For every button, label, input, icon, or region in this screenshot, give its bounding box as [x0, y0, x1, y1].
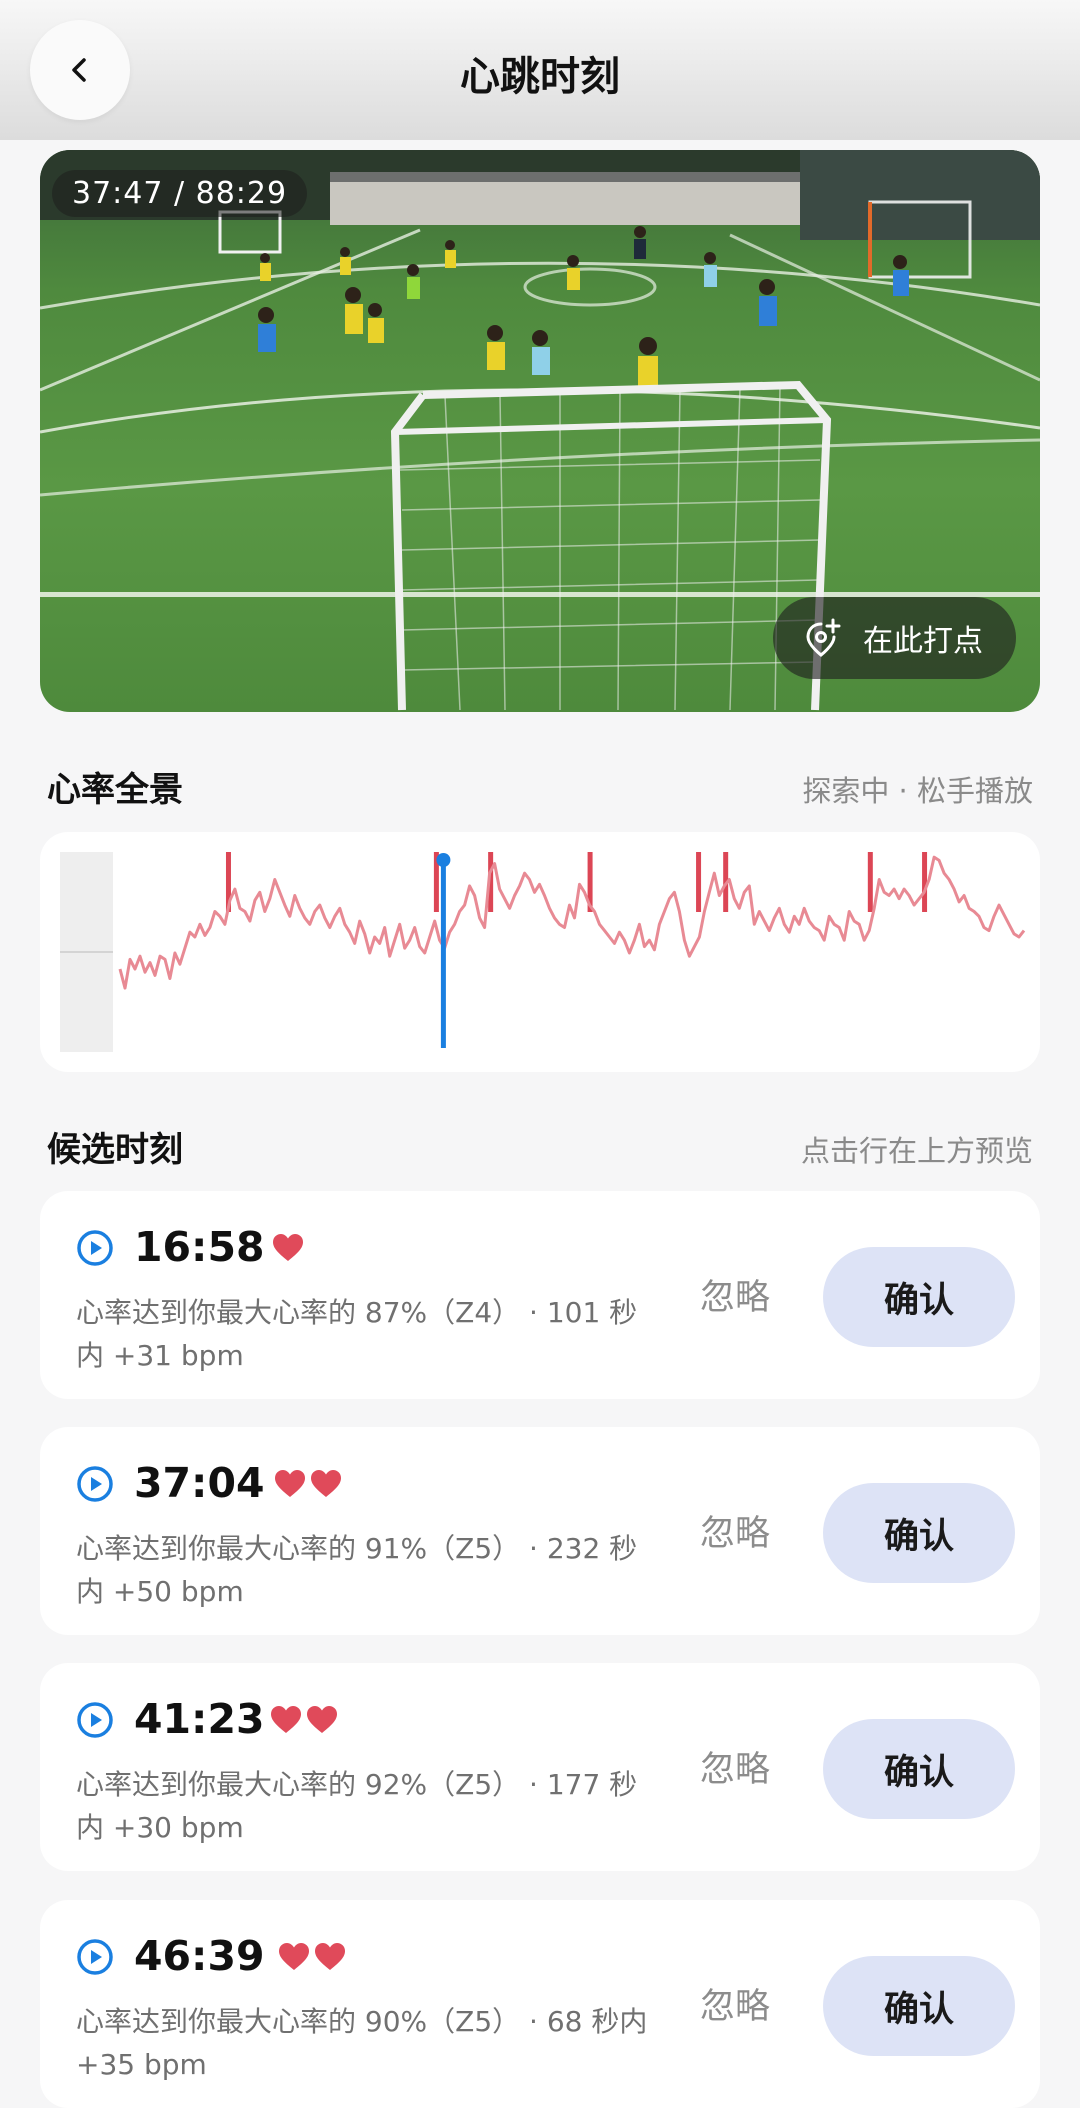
candidate-description: 心率达到你最大心率的 87%（Z4） · 101 秒内 +31 bpm	[76, 1296, 638, 1372]
ignore-button[interactable]: 忽略	[700, 1978, 770, 2029]
play-circle-icon[interactable]	[76, 1701, 114, 1739]
candidates-hint: 点击行在上方预览	[800, 1134, 1033, 1168]
heart-rate-chart-svg[interactable]	[40, 832, 1040, 1072]
heart-rate-line	[118, 855, 1026, 990]
intensity-hearts	[274, 1469, 342, 1499]
mark-here-button[interactable]: 在此打点	[773, 597, 1016, 679]
header-bar: 心跳时刻	[0, 0, 1080, 140]
page-title: 心跳时刻	[460, 54, 620, 100]
heart-icon	[273, 1234, 303, 1261]
heart-icon	[307, 1706, 337, 1733]
overview-title: 心率全景	[47, 770, 183, 810]
confirm-button[interactable]: 确认	[823, 1483, 1015, 1583]
play-circle-icon[interactable]	[76, 1465, 114, 1503]
intensity-hearts	[278, 1942, 346, 1972]
playback-time-badge: 37:47 / 88:29	[52, 170, 308, 217]
candidate-row[interactable]: 46:39 心率达到你最大心率的 90%（Z5） · 68 秒内 +35 bpm…	[40, 1900, 1040, 2108]
candidate-row[interactable]: 41:23 心率达到你最大心率的 92%（Z5） · 177 秒内 +30 bp…	[40, 1663, 1040, 1871]
confirm-button[interactable]: 确认	[823, 1247, 1015, 1347]
candidate-time: 37:04	[134, 1459, 265, 1507]
candidate-row[interactable]: 37:04 心率达到你最大心率的 91%（Z5） · 232 秒内 +50 bp…	[40, 1427, 1040, 1635]
candidate-time: 16:58	[134, 1223, 265, 1271]
confirm-button[interactable]: 确认	[823, 1956, 1015, 2056]
playhead-handle[interactable]	[436, 853, 451, 867]
mark-here-label: 在此打点	[863, 624, 983, 659]
heart-icon	[311, 1470, 341, 1497]
intensity-hearts	[270, 1705, 338, 1735]
ignore-button[interactable]: 忽略	[700, 1741, 770, 1792]
ignore-button[interactable]: 忽略	[700, 1505, 770, 1556]
candidate-time: 46:39	[134, 1932, 265, 1980]
candidate-description: 心率达到你最大心率的 90%（Z5） · 68 秒内 +35 bpm	[76, 2005, 648, 2081]
heart-icon	[315, 1943, 345, 1970]
pin-plus-icon	[806, 618, 841, 657]
candidate-time: 41:23	[134, 1695, 265, 1743]
intensity-hearts	[272, 1233, 304, 1263]
heart-rate-chart[interactable]	[40, 832, 1040, 1072]
heart-icon	[275, 1470, 305, 1497]
ignore-button[interactable]: 忽略	[700, 1269, 770, 1320]
confirm-button[interactable]: 确认	[823, 1719, 1015, 1819]
play-circle-icon[interactable]	[76, 1938, 114, 1976]
candidates-title: 候选时刻	[47, 1130, 183, 1170]
heart-icon	[271, 1706, 301, 1733]
candidate-description: 心率达到你最大心率的 91%（Z5） · 232 秒内 +50 bpm	[76, 1532, 638, 1608]
video-preview[interactable]: 37:47 / 88:29 在此打点	[40, 150, 1040, 712]
candidate-row[interactable]: 16:58 心率达到你最大心率的 87%（Z4） · 101 秒内 +31 bp…	[40, 1191, 1040, 1399]
heart-icon	[279, 1943, 309, 1970]
play-circle-icon[interactable]	[76, 1229, 114, 1267]
overview-hint: 探索中 · 松手播放	[802, 774, 1033, 808]
candidate-description: 心率达到你最大心率的 92%（Z5） · 177 秒内 +30 bpm	[76, 1768, 638, 1844]
